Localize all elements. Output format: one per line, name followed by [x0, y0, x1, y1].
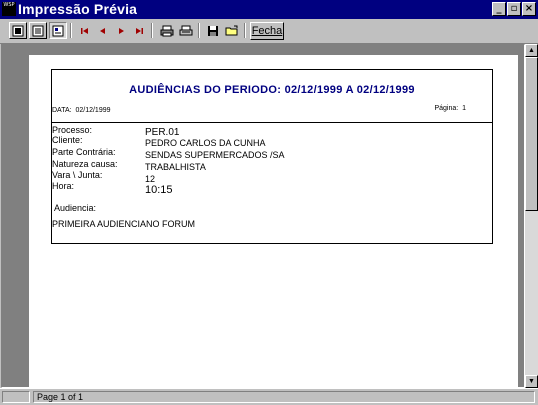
- printer-setup-icon[interactable]: [177, 22, 195, 39]
- parte-label: Parte Contrária:: [52, 147, 116, 157]
- audiencia-label: Audiencia:: [54, 203, 97, 213]
- vara-value: 12: [145, 174, 156, 184]
- scroll-thumb[interactable]: [525, 57, 538, 211]
- vara-label: Vara \ Junta:: [52, 170, 103, 180]
- report-date: DATA: 02/12/1999: [52, 107, 111, 114]
- last-page-icon[interactable]: [130, 22, 148, 39]
- toolbar-separator: [151, 23, 153, 38]
- report-page-number: Página: 1: [434, 105, 466, 112]
- toolbar-separator: [244, 23, 246, 38]
- close-button[interactable]: ×: [522, 2, 536, 16]
- date-label: DATA:: [52, 107, 72, 114]
- title-bar: WSP Impressão Prévia _ ▫ ×: [0, 0, 538, 19]
- report-body: Processo: PER.01 Cliente: PEDRO CARLOS D…: [52, 123, 492, 243]
- status-bar: Page 1 of 1: [0, 388, 538, 405]
- vertical-scrollbar[interactable]: ▲ ▼: [525, 44, 538, 388]
- hora-label: Hora:: [52, 181, 75, 191]
- scroll-down-button[interactable]: ▼: [525, 375, 538, 388]
- status-cell: [2, 391, 30, 403]
- page-view-icon[interactable]: [9, 22, 27, 39]
- toolbar-separator: [70, 23, 72, 38]
- report-title: AUDIÊNCIAS DO PERIODO: 02/12/1999 A 02/1…: [129, 84, 415, 96]
- processo-label: Processo:: [52, 125, 93, 135]
- print-icon[interactable]: [158, 22, 176, 39]
- open-icon[interactable]: [223, 22, 241, 39]
- first-page-icon[interactable]: [76, 22, 94, 39]
- page-width-icon[interactable]: [29, 22, 47, 39]
- report-header: AUDIÊNCIAS DO PERIODO: 02/12/1999 A 02/1…: [52, 70, 492, 123]
- natureza-value: TRABALHISTA: [145, 162, 206, 172]
- audiencia-value: PRIMEIRA AUDIENCIANO FORUM: [52, 219, 196, 229]
- toolbar: Fecha: [0, 19, 538, 44]
- report-page: AUDIÊNCIAS DO PERIODO: 02/12/1999 A 02/1…: [29, 55, 518, 387]
- cliente-label: Cliente:: [52, 135, 83, 145]
- scroll-up-button[interactable]: ▲: [525, 44, 538, 57]
- prev-page-icon[interactable]: [94, 22, 112, 39]
- app-icon[interactable]: WSP: [2, 2, 16, 16]
- maximize-button[interactable]: ▫: [507, 2, 521, 16]
- page-value: 1: [462, 105, 466, 112]
- natureza-label: Natureza causa:: [52, 159, 118, 169]
- preview-area[interactable]: AUDIÊNCIAS DO PERIODO: 02/12/1999 A 02/1…: [1, 44, 525, 388]
- toolbar-separator: [198, 23, 200, 38]
- next-page-icon[interactable]: [112, 22, 130, 39]
- cliente-value: PEDRO CARLOS DA CUNHA: [145, 138, 266, 148]
- app-icon-text: WSP: [3, 2, 15, 8]
- parte-value: SENDAS SUPERMERCADOS /SA: [145, 150, 285, 160]
- hora-value: 10:15: [145, 184, 173, 196]
- zoom-icon[interactable]: [49, 22, 67, 39]
- window-title: Impressão Prévia: [18, 1, 138, 17]
- save-icon[interactable]: [204, 22, 222, 39]
- minimize-button[interactable]: _: [492, 2, 506, 16]
- report-frame: AUDIÊNCIAS DO PERIODO: 02/12/1999 A 02/1…: [51, 69, 493, 244]
- fecha-button[interactable]: Fecha: [250, 22, 284, 40]
- date-value: 02/12/1999: [75, 107, 111, 114]
- page-label: Página:: [434, 105, 459, 112]
- processo-value: PER.01: [145, 127, 180, 138]
- status-page-info: Page 1 of 1: [33, 391, 535, 403]
